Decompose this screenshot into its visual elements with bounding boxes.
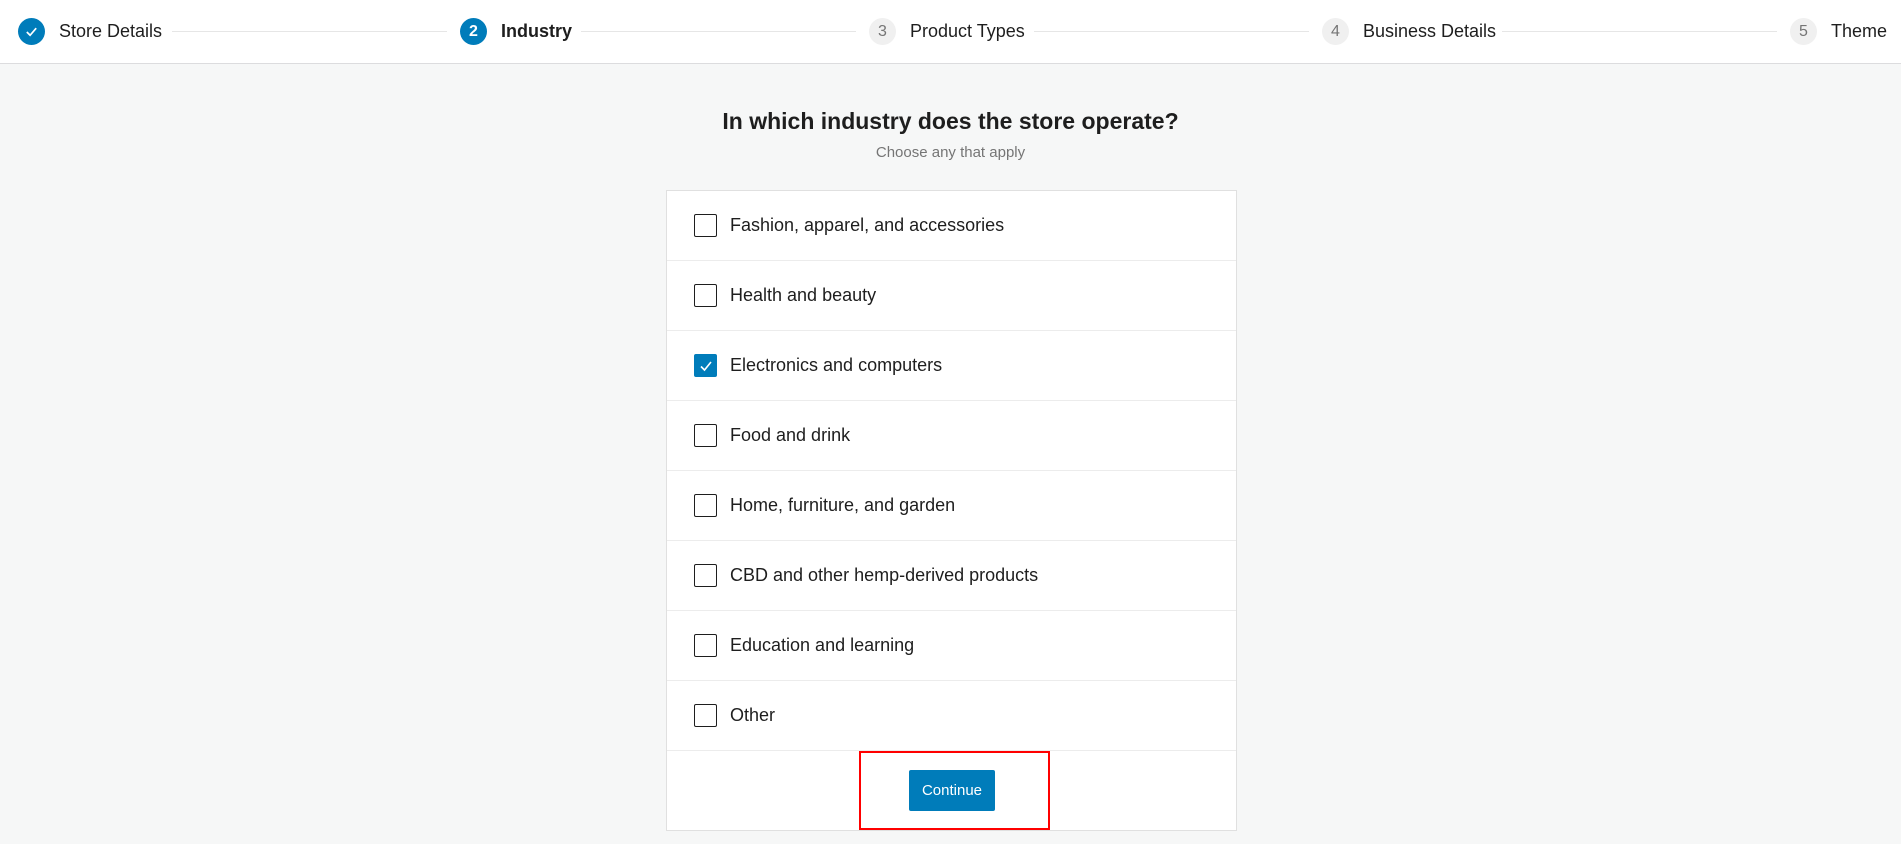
industry-option-label: Home, furniture, and garden — [730, 495, 956, 515]
industry-option[interactable]: Fashion, apparel, and accessories — [667, 191, 1236, 261]
check-icon — [18, 18, 45, 45]
checkbox-unchecked[interactable] — [694, 634, 717, 657]
step-number: 5 — [1790, 18, 1817, 45]
industry-option[interactable]: Home, furniture, and garden — [667, 471, 1236, 541]
check-icon — [699, 360, 712, 371]
industry-option[interactable]: Education and learning — [667, 611, 1236, 681]
checkbox-unchecked[interactable] — [694, 494, 717, 517]
step-connector — [581, 31, 856, 32]
industry-option-label: CBD and other hemp-derived products — [730, 565, 1039, 585]
industry-option[interactable]: Health and beauty — [667, 261, 1236, 331]
industry-option-label: Food and drink — [730, 425, 851, 445]
step-product-types[interactable]: 3 Product Types — [869, 0, 1025, 63]
industry-option-label: Other — [730, 705, 776, 725]
step-label: Theme — [1831, 21, 1888, 41]
checkbox-unchecked[interactable] — [694, 214, 717, 237]
step-store-details[interactable]: Store Details — [18, 0, 162, 63]
industry-card: Fashion, apparel, and accessories Health … — [666, 190, 1237, 831]
industry-options-list: Fashion, apparel, and accessories Health … — [667, 191, 1236, 751]
page-subtitle: Choose any that apply — [875, 144, 1026, 161]
step-label: Business Details — [1363, 21, 1497, 41]
industry-option-label: Health and beauty — [730, 285, 877, 305]
industry-option[interactable]: CBD and other hemp-derived products — [667, 541, 1236, 611]
industry-option[interactable]: Food and drink — [667, 401, 1236, 471]
step-connector — [1502, 31, 1777, 32]
checkbox-unchecked[interactable] — [694, 564, 717, 587]
industry-option[interactable]: Electronics and computers — [667, 331, 1236, 401]
step-label: Product Types — [910, 21, 1025, 41]
checkbox-checked[interactable] — [694, 354, 717, 377]
step-label: Industry — [501, 21, 573, 41]
step-number: 3 — [869, 18, 896, 45]
setup-stepper: Store Details 2 Industry 3 Product Types… — [0, 0, 1901, 64]
step-number: 2 — [460, 18, 487, 45]
industry-option-label: Education and learning — [730, 635, 915, 655]
step-label: Store Details — [59, 21, 163, 41]
industry-option[interactable]: Other — [667, 681, 1236, 751]
step-connector — [172, 31, 447, 32]
card-footer: Continue — [667, 751, 1236, 830]
step-theme[interactable]: 5 Theme — [1790, 0, 1887, 63]
checkbox-unchecked[interactable] — [694, 424, 717, 447]
step-connector — [1034, 31, 1309, 32]
industry-option-label: Electronics and computers — [730, 355, 943, 375]
page-title: In which industry does the store operate… — [722, 108, 1179, 134]
checkbox-unchecked[interactable] — [694, 284, 717, 307]
step-business-details[interactable]: 4 Business Details — [1322, 0, 1496, 63]
step-number: 4 — [1322, 18, 1349, 45]
checkbox-unchecked[interactable] — [694, 704, 717, 727]
continue-button[interactable]: Continue — [909, 770, 995, 811]
step-industry[interactable]: 2 Industry — [460, 0, 572, 63]
industry-option-label: Fashion, apparel, and accessories — [730, 215, 1005, 235]
